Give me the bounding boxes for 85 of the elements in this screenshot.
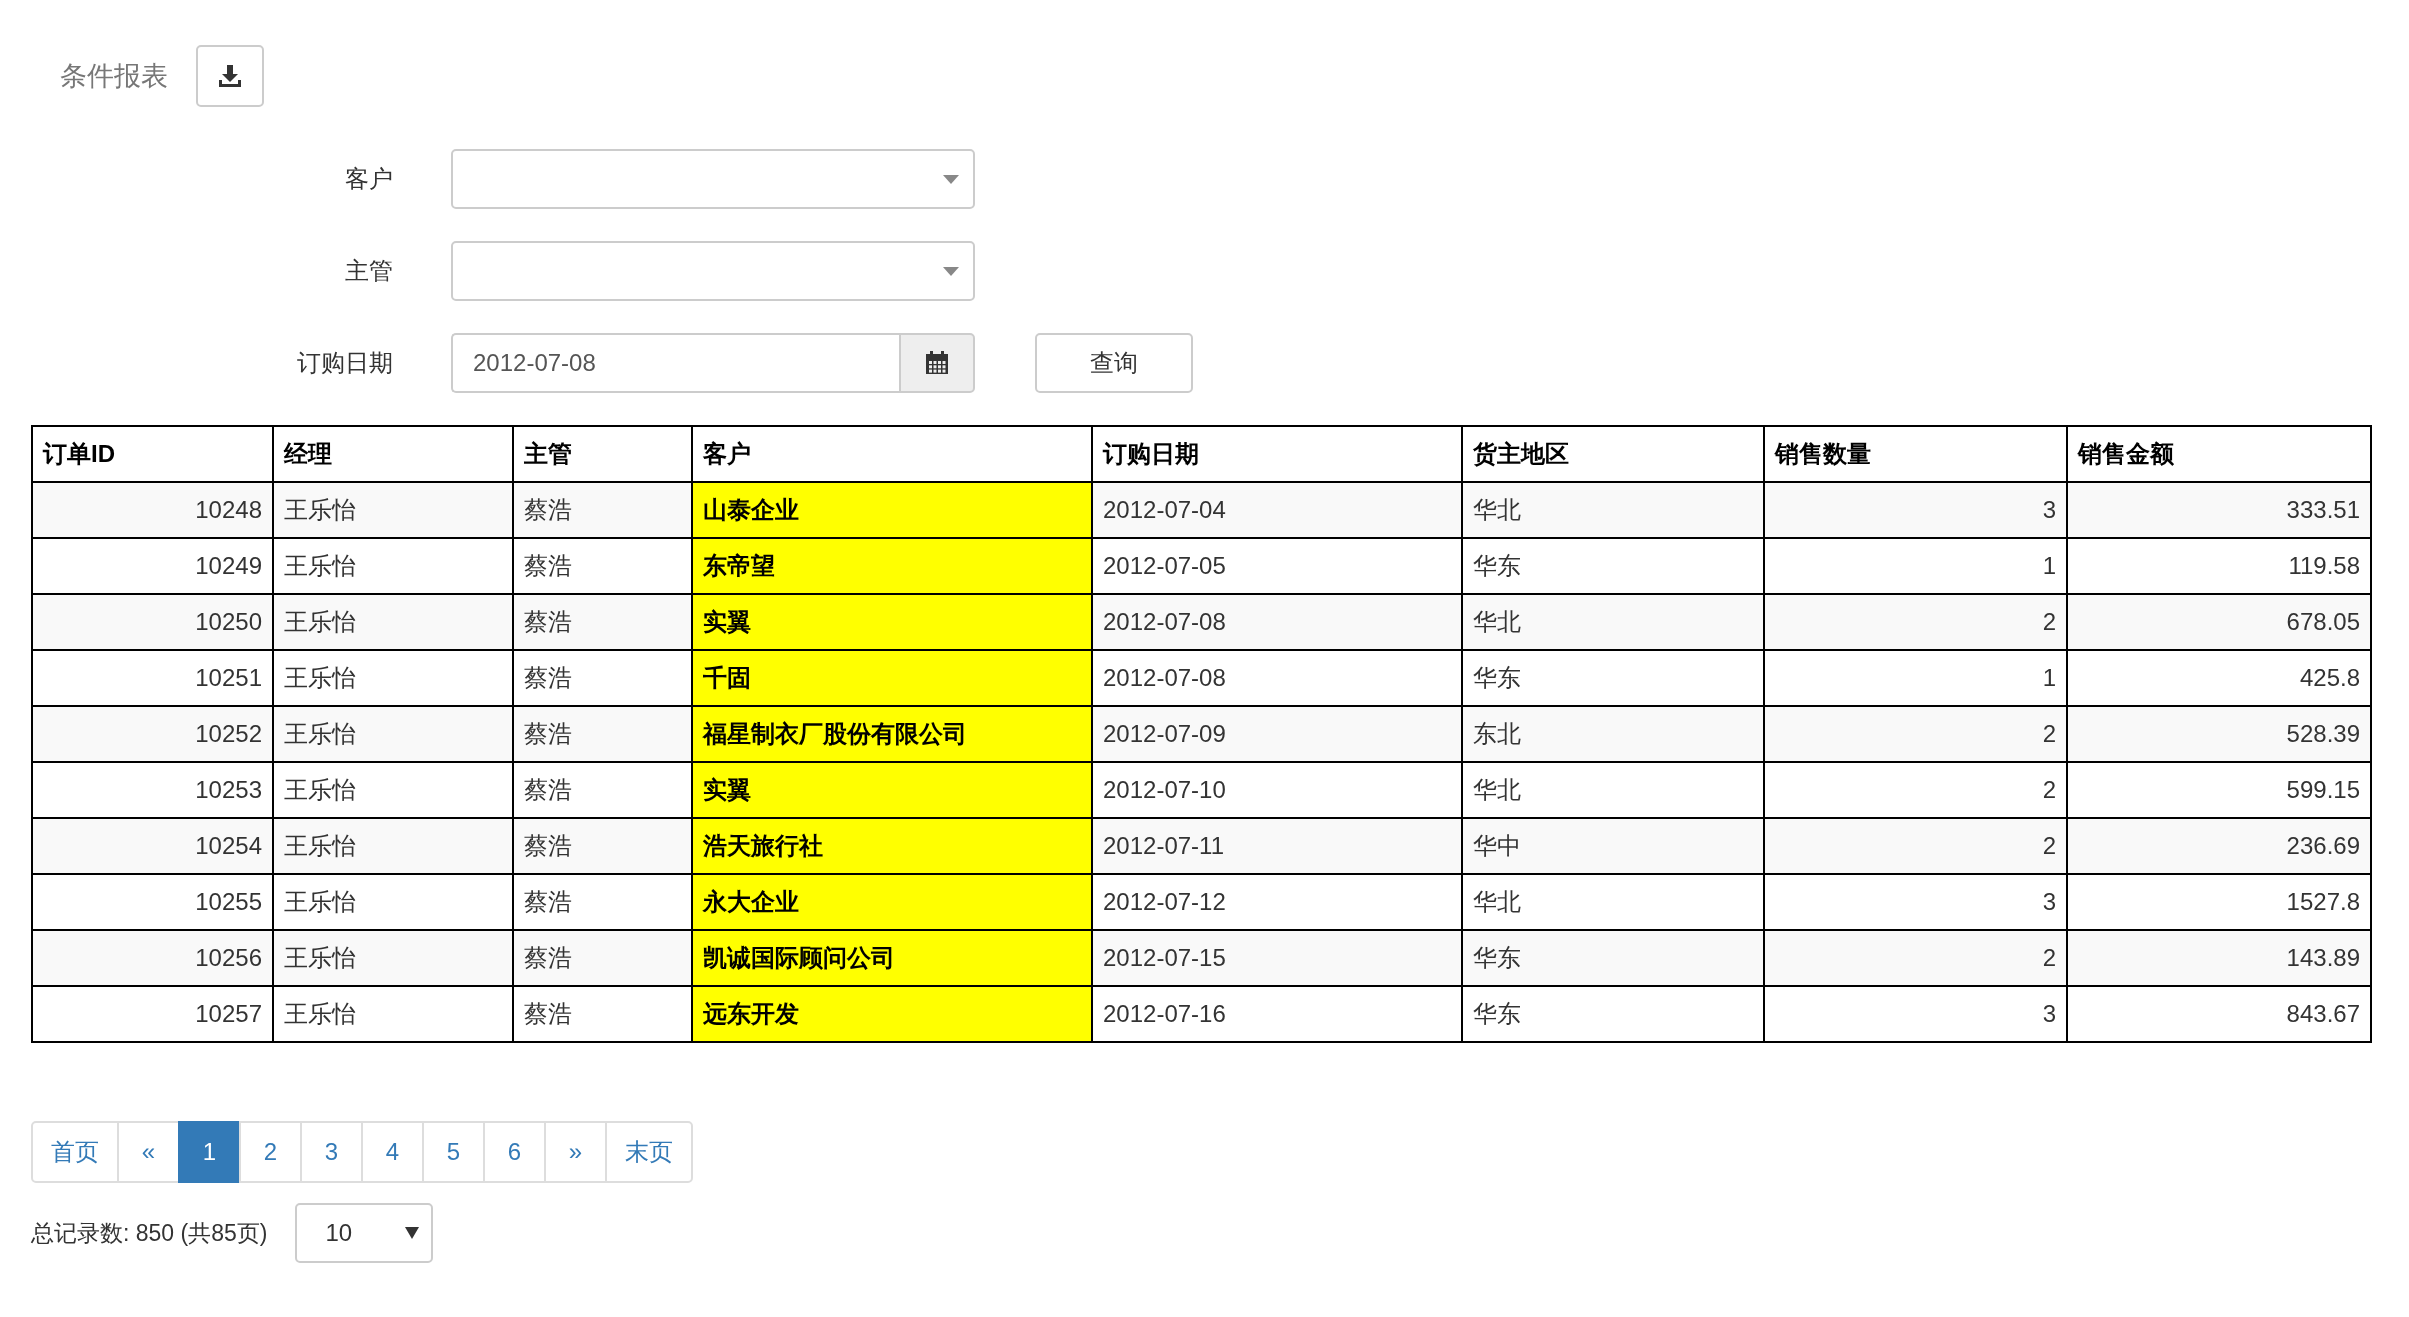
table-cell: 10256 — [32, 930, 273, 986]
table-cell: 2 — [1764, 818, 2067, 874]
download-icon — [218, 64, 242, 88]
table-cell: 华东 — [1462, 986, 1764, 1042]
dropdown-field[interactable] — [451, 241, 975, 301]
table-cell: 福星制衣厂股份有限公司 — [692, 706, 1092, 762]
table-cell: 王乐怡 — [273, 986, 513, 1042]
record-count: 总记录数: 850 (共85页) — [31, 1218, 268, 1248]
calendar-button[interactable] — [899, 333, 975, 393]
page-link[interactable]: 末页 — [605, 1121, 693, 1183]
table-cell: 2 — [1764, 706, 2067, 762]
table-cell: 王乐怡 — [273, 482, 513, 538]
download-button[interactable] — [196, 45, 264, 107]
page-link[interactable]: « — [117, 1121, 180, 1183]
table-cell: 843.67 — [2067, 986, 2371, 1042]
field-label: 订购日期 — [296, 348, 394, 378]
column-header: 订购日期 — [1092, 426, 1462, 482]
table-cell: 凯诚国际顾问公司 — [692, 930, 1092, 986]
table-cell: 2 — [1764, 930, 2067, 986]
table-cell: 10252 — [32, 706, 273, 762]
table-cell: 华北 — [1462, 482, 1764, 538]
report-title: 条件报表 — [60, 60, 168, 93]
page-link[interactable]: 6 — [483, 1121, 546, 1183]
column-header: 销售数量 — [1764, 426, 2067, 482]
column-header: 经理 — [273, 426, 513, 482]
table-cell: 10257 — [32, 986, 273, 1042]
table-cell: 东北 — [1462, 706, 1764, 762]
table-cell: 王乐怡 — [273, 818, 513, 874]
table-cell: 华东 — [1462, 930, 1764, 986]
table-cell: 3 — [1764, 986, 2067, 1042]
table-cell: 华中 — [1462, 818, 1764, 874]
table-cell: 蔡浩 — [513, 594, 692, 650]
page-link[interactable]: 3 — [300, 1121, 363, 1183]
table-cell: 实翼 — [692, 594, 1092, 650]
table-cell: 远东开发 — [692, 986, 1092, 1042]
date-field[interactable]: 2012-07-08 — [451, 333, 899, 393]
table-cell: 蔡浩 — [513, 706, 692, 762]
calendar-icon — [924, 350, 950, 376]
dropdown-field[interactable] — [451, 149, 975, 209]
table-cell: 蔡浩 — [513, 482, 692, 538]
table-cell: 2012-07-16 — [1092, 986, 1462, 1042]
column-header: 订单ID — [32, 426, 273, 482]
column-header: 销售金额 — [2067, 426, 2371, 482]
page-link[interactable]: 2 — [239, 1121, 302, 1183]
table-cell: 10254 — [32, 818, 273, 874]
table-cell: 2012-07-09 — [1092, 706, 1462, 762]
table-cell: 千固 — [692, 650, 1092, 706]
caret-icon — [943, 266, 959, 276]
caret-icon — [405, 1227, 420, 1239]
table-cell: 3 — [1764, 482, 2067, 538]
table-cell: 浩天旅行社 — [692, 818, 1092, 874]
page-size-select[interactable]: 10 — [295, 1203, 434, 1263]
table-cell: 2 — [1764, 594, 2067, 650]
table-cell: 蔡浩 — [513, 818, 692, 874]
field-label: 主管 — [344, 256, 394, 286]
table-cell: 华北 — [1462, 594, 1764, 650]
table-cell: 2012-07-08 — [1092, 594, 1462, 650]
table-cell: 10248 — [32, 482, 273, 538]
table-cell: 实翼 — [692, 762, 1092, 818]
table-cell: 2012-07-15 — [1092, 930, 1462, 986]
column-header: 货主地区 — [1462, 426, 1764, 482]
table-cell: 333.51 — [2067, 482, 2371, 538]
table-cell: 10250 — [32, 594, 273, 650]
page-link[interactable]: » — [544, 1121, 607, 1183]
query-button[interactable]: 查询 — [1035, 333, 1193, 393]
table-cell: 2012-07-11 — [1092, 818, 1462, 874]
table-cell: 143.89 — [2067, 930, 2371, 986]
table-cell: 山泰企业 — [692, 482, 1092, 538]
table-cell: 528.39 — [2067, 706, 2371, 762]
table-cell: 蔡浩 — [513, 930, 692, 986]
table-cell: 王乐怡 — [273, 930, 513, 986]
page-link[interactable]: 5 — [422, 1121, 485, 1183]
table-cell: 236.69 — [2067, 818, 2371, 874]
table-cell: 东帝望 — [692, 538, 1092, 594]
table-cell: 678.05 — [2067, 594, 2371, 650]
page-link[interactable]: 首页 — [31, 1121, 119, 1183]
caret-icon — [943, 174, 959, 184]
column-header: 客户 — [692, 426, 1092, 482]
table-cell: 2012-07-04 — [1092, 482, 1462, 538]
table-cell: 王乐怡 — [273, 706, 513, 762]
table-cell: 王乐怡 — [273, 594, 513, 650]
field-label: 客户 — [344, 164, 394, 194]
table-cell: 永大企业 — [692, 874, 1092, 930]
page-link[interactable]: 1 — [178, 1121, 241, 1183]
page-link[interactable]: 4 — [361, 1121, 424, 1183]
